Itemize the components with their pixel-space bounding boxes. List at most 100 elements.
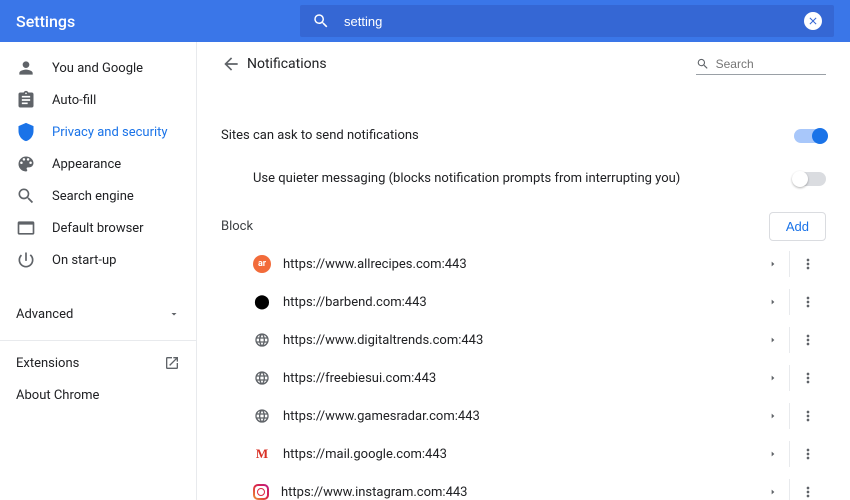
clipboard-icon xyxy=(16,90,36,110)
chevron-down-icon xyxy=(168,308,180,320)
power-icon xyxy=(16,250,36,270)
site-row: ⬤https://barbend.com:443 xyxy=(221,283,826,321)
sidebar-item-label: Search engine xyxy=(52,189,134,204)
site-more-button[interactable] xyxy=(790,370,826,386)
sidebar-item-auto-fill[interactable]: Auto-fill xyxy=(0,84,196,116)
sidebar-item-search-engine[interactable]: Search engine xyxy=(0,180,196,212)
setting-label: Use quieter messaging (blocks notificati… xyxy=(253,171,680,186)
site-details-button[interactable] xyxy=(757,298,789,306)
site-url: https://www.gamesradar.com:443 xyxy=(283,409,757,424)
site-row: https://www.instagram.com:443 xyxy=(221,473,826,500)
more-vert-icon xyxy=(800,446,816,462)
site-row: https://www.gamesradar.com:443 xyxy=(221,397,826,435)
sidebar-item-label: On start-up xyxy=(52,253,116,268)
page-search-input[interactable] xyxy=(716,57,826,71)
site-url: https://mail.google.com:443 xyxy=(283,447,757,462)
toggle-quieter-messaging[interactable] xyxy=(794,172,826,186)
search-icon xyxy=(16,186,36,206)
setting-label: Sites can ask to send notifications xyxy=(221,128,419,143)
chevron-right-icon xyxy=(769,488,777,496)
sidebar-item-label: Auto-fill xyxy=(52,93,96,108)
divider xyxy=(0,340,196,341)
search-icon xyxy=(312,12,330,30)
palette-icon xyxy=(16,154,36,174)
sidebar-item-extensions[interactable]: Extensions xyxy=(0,347,196,379)
globe-icon xyxy=(253,331,271,349)
content-area: Notifications Sites can ask to send noti… xyxy=(196,42,850,500)
site-details-button[interactable] xyxy=(757,336,789,344)
setting-ask-notifications: Sites can ask to send notifications xyxy=(221,114,826,157)
site-favicon: M xyxy=(253,445,271,463)
sidebar: You and Google Auto-fill Privacy and sec… xyxy=(0,42,196,500)
site-favicon: ⬤ xyxy=(253,293,271,311)
more-vert-icon xyxy=(800,370,816,386)
open-in-new-icon xyxy=(164,355,180,371)
sidebar-item-privacy-security[interactable]: Privacy and security xyxy=(0,116,196,148)
sidebar-item-label: You and Google xyxy=(52,61,143,76)
site-more-button[interactable] xyxy=(790,256,826,272)
app-title: Settings xyxy=(16,12,300,31)
about-label: About Chrome xyxy=(16,388,99,403)
more-vert-icon xyxy=(800,294,816,310)
sidebar-item-on-startup[interactable]: On start-up xyxy=(0,244,196,276)
site-url: https://www.digitaltrends.com:443 xyxy=(283,333,757,348)
more-vert-icon xyxy=(800,408,816,424)
globe-icon xyxy=(253,407,271,425)
advanced-label: Advanced xyxy=(16,307,73,322)
site-details-button[interactable] xyxy=(757,412,789,420)
sidebar-item-about[interactable]: About Chrome xyxy=(0,379,196,411)
more-vert-icon xyxy=(800,484,816,500)
site-more-button[interactable] xyxy=(790,294,826,310)
search-icon xyxy=(696,56,710,72)
blocked-sites-list: arhttps://www.allrecipes.com:443⬤https:/… xyxy=(221,245,826,500)
search-box[interactable] xyxy=(300,5,834,37)
sidebar-item-appearance[interactable]: Appearance xyxy=(0,148,196,180)
person-icon xyxy=(16,58,36,78)
site-more-button[interactable] xyxy=(790,332,826,348)
block-section-header: Block Add xyxy=(221,200,826,245)
site-more-button[interactable] xyxy=(790,446,826,462)
site-details-button[interactable] xyxy=(757,260,789,268)
site-row: ar https://www.allrecipes.com:443 xyxy=(221,245,826,283)
add-site-button[interactable]: Add xyxy=(769,212,826,241)
site-favicon xyxy=(253,484,269,500)
site-favicon: ar xyxy=(253,255,271,273)
page-title: Notifications xyxy=(247,56,696,72)
toggle-ask-notifications[interactable] xyxy=(794,129,826,143)
chevron-right-icon xyxy=(769,260,777,268)
arrow-back-icon xyxy=(221,54,241,74)
sidebar-item-label: Appearance xyxy=(52,157,121,172)
site-more-button[interactable] xyxy=(790,484,826,500)
more-vert-icon xyxy=(800,256,816,272)
site-row: Mhttps://mail.google.com:443 xyxy=(221,435,826,473)
globe-icon xyxy=(253,369,271,387)
clear-search-button[interactable] xyxy=(804,12,822,30)
chevron-right-icon xyxy=(769,412,777,420)
sidebar-item-label: Default browser xyxy=(52,221,144,236)
page-search[interactable] xyxy=(696,54,826,75)
site-url: https://www.allrecipes.com:443 xyxy=(283,257,757,272)
sidebar-advanced-toggle[interactable]: Advanced xyxy=(0,294,196,334)
site-row: https://freebiesui.com:443 xyxy=(221,359,826,397)
chevron-right-icon xyxy=(769,298,777,306)
chevron-right-icon xyxy=(769,374,777,382)
sidebar-item-default-browser[interactable]: Default browser xyxy=(0,212,196,244)
extensions-label: Extensions xyxy=(16,356,79,371)
setting-quieter-messaging: Use quieter messaging (blocks notificati… xyxy=(221,157,826,200)
more-vert-icon xyxy=(800,332,816,348)
site-row: https://www.digitaltrends.com:443 xyxy=(221,321,826,359)
site-details-button[interactable] xyxy=(757,488,789,496)
site-details-button[interactable] xyxy=(757,450,789,458)
shield-icon xyxy=(16,122,36,142)
search-input[interactable] xyxy=(344,14,804,29)
site-url: https://freebiesui.com:443 xyxy=(283,371,757,386)
site-details-button[interactable] xyxy=(757,374,789,382)
site-url: https://www.instagram.com:443 xyxy=(281,485,757,500)
chevron-right-icon xyxy=(769,336,777,344)
site-more-button[interactable] xyxy=(790,408,826,424)
back-button[interactable] xyxy=(215,48,247,80)
browser-icon xyxy=(16,218,36,238)
block-label: Block xyxy=(221,219,253,234)
sidebar-item-you-and-google[interactable]: You and Google xyxy=(0,52,196,84)
content-header: Notifications xyxy=(221,42,826,86)
